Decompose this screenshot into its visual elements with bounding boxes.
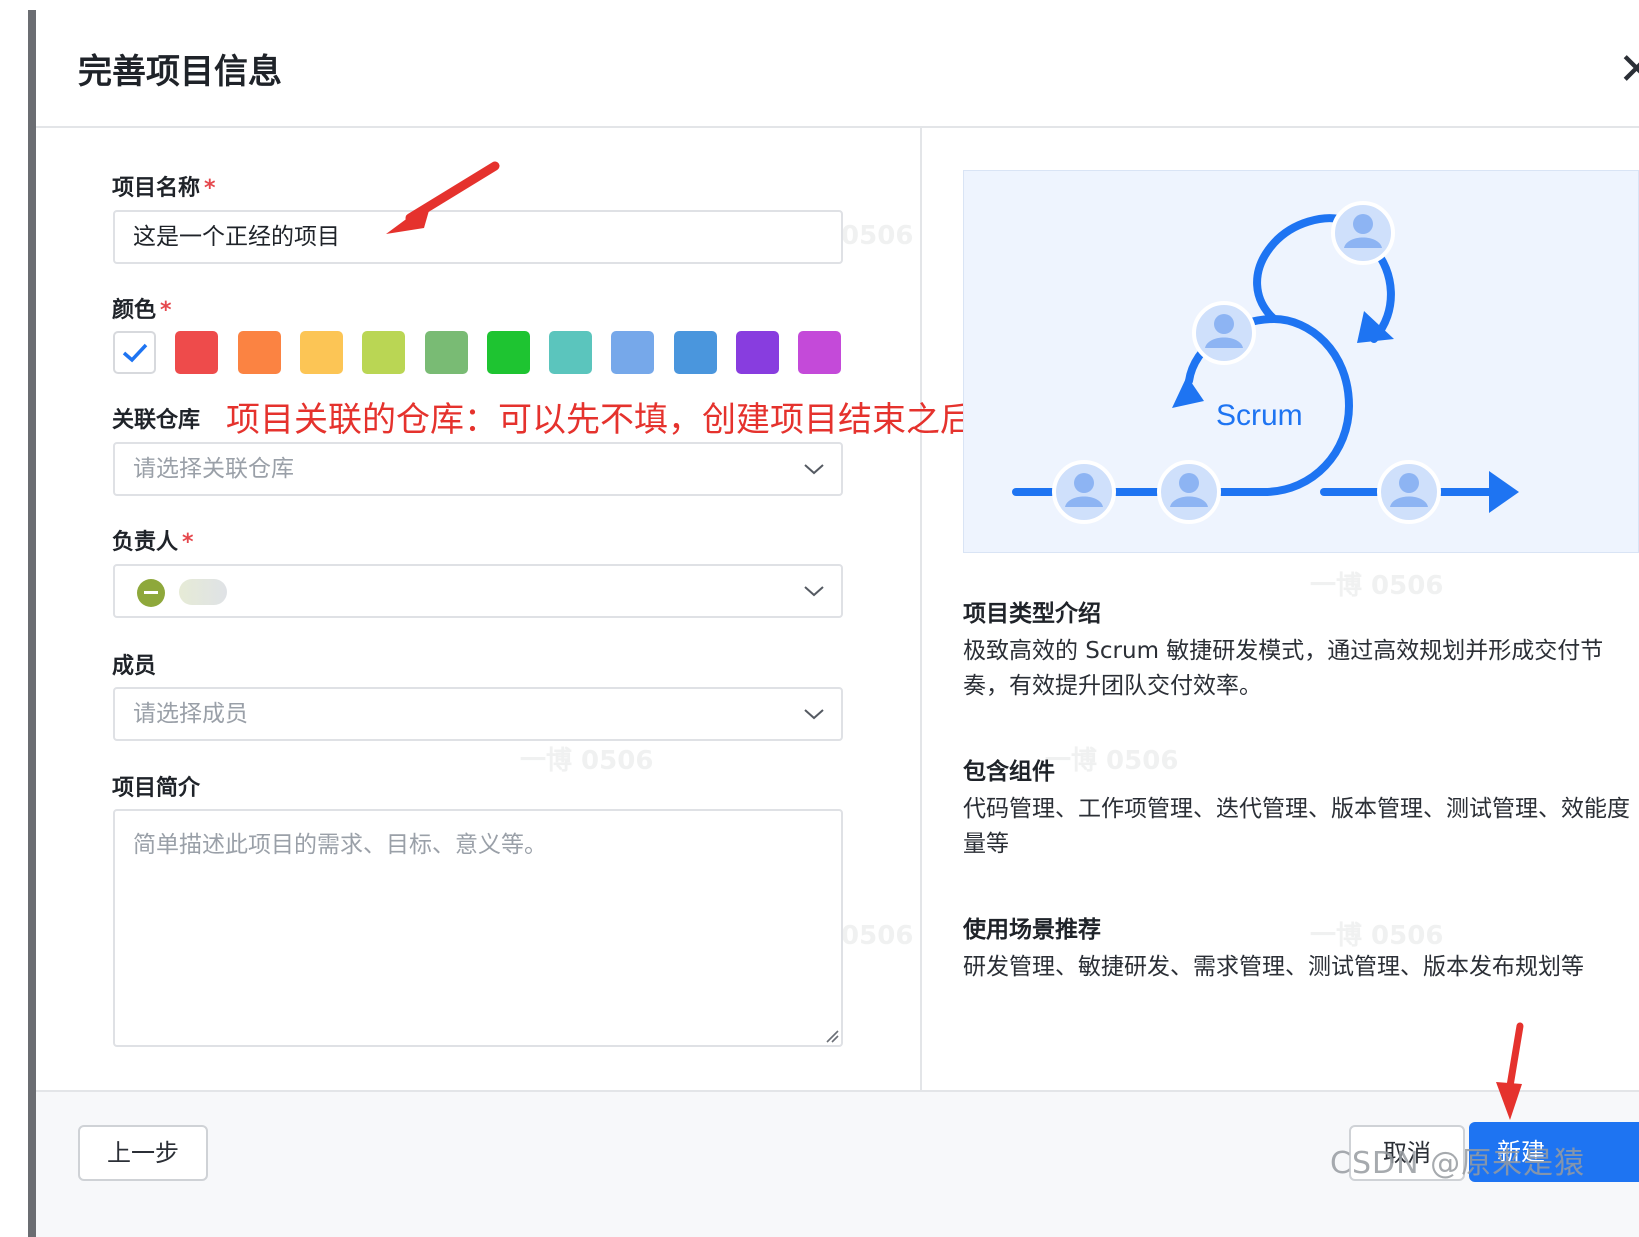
watermark: 一博 0506 [1045,746,1179,776]
color-label: 颜色 * [112,298,172,323]
intro-body: 极致高效的 Scrum 敏捷研发模式，通过高效规划并形成交付节奏，有效提升团队交… [963,638,1604,699]
description-textarea[interactable]: 简单描述此项目的需求、目标、意义等。 [113,809,843,1047]
description-label: 项目简介 [112,776,201,801]
csdn-watermark: CSDN @原来是猿 [1330,1146,1586,1181]
repository-label: 关联仓库 [112,408,201,433]
person-icon [1377,460,1441,524]
owner-select[interactable] [113,564,843,618]
color-swatch[interactable] [362,331,405,374]
components-title: 包含组件 [963,759,1055,785]
dialog-title: 完善项目信息 [78,52,282,92]
required-mark: * [204,176,216,201]
color-swatch[interactable] [611,331,654,374]
repository-placeholder: 请选择关联仓库 [133,456,294,482]
required-mark: * [160,298,172,323]
person-icon [1192,301,1256,365]
chevron-down-icon [804,586,824,597]
person-icon [1157,460,1221,524]
avatar [137,579,165,607]
annotation-arrow-icon [386,161,500,234]
color-swatch[interactable] [175,331,218,374]
column-divider [920,128,922,1090]
project-name-label: 项目名称 * [112,176,216,201]
watermark: 一博 0506 [520,746,654,776]
members-placeholder: 请选择成员 [133,701,248,727]
scenarios-title: 使用场景推荐 [963,917,1101,943]
repository-select[interactable]: 请选择关联仓库 [113,442,843,496]
person-icon [1052,460,1116,524]
close-icon[interactable]: ✕ [1618,48,1639,92]
color-swatch[interactable] [798,331,841,374]
resize-handle-icon[interactable] [823,1027,839,1043]
watermark: 一博 0506 [1310,571,1444,601]
color-swatch[interactable] [674,331,717,374]
color-swatch[interactable] [487,331,530,374]
scenarios-body: 研发管理、敏捷研发、需求管理、测试管理、版本发布规划等 [963,954,1584,980]
prev-step-button[interactable]: 上一步 [78,1125,208,1181]
components-body: 代码管理、工作项管理、迭代管理、版本管理、测试管理、效能度量等 [963,796,1630,857]
required-mark: * [182,530,194,555]
chevron-down-icon [804,464,824,475]
scrum-label: Scrum [1216,399,1303,432]
intro-title: 项目类型介绍 [963,601,1101,627]
chevron-down-icon [804,709,824,720]
scrum-illustration: Scrum [963,170,1639,553]
watermark: 一博 0506 [1310,921,1444,951]
dialog: 一博 0506 一博 0506 一博 0506 一博 0506 一博 0506 … [0,0,1639,1237]
scrum-diagram: Scrum [1012,201,1519,524]
project-name-value: 这是一个正经的项目 [133,224,340,250]
description-placeholder: 简单描述此项目的需求、目标、意义等。 [133,832,547,858]
owner-label: 负责人 * [112,530,194,555]
color-swatch[interactable] [113,331,156,374]
members-select[interactable]: 请选择成员 [113,687,843,741]
color-swatch[interactable] [425,331,468,374]
color-swatch[interactable] [238,331,281,374]
annotation-arrow-icon [1496,1022,1524,1120]
color-swatch[interactable] [300,331,343,374]
check-icon [122,343,148,363]
color-swatch[interactable] [549,331,592,374]
members-label: 成员 [112,654,157,679]
dialog-header: 完善项目信息 ✕ [36,10,1639,128]
window-edge [28,10,36,1237]
person-icon [1331,201,1395,265]
owner-name-blurred [179,579,227,605]
color-swatch[interactable] [736,331,779,374]
